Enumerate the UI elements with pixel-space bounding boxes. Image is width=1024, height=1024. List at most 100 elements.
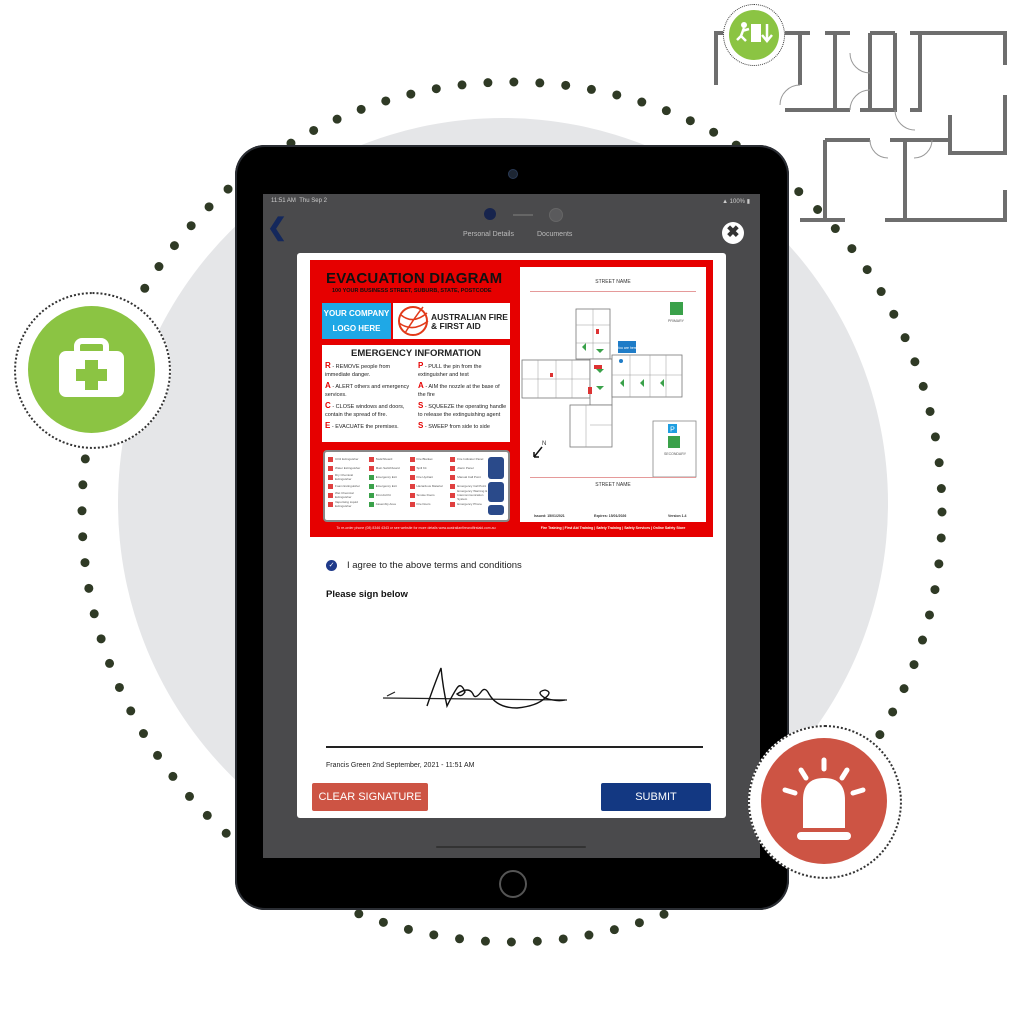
pass-item: S - SWEEP from side to side	[418, 421, 490, 431]
race-list: R - REMOVE people from immediate danger.…	[325, 362, 415, 434]
legend-item: Switchboard	[368, 455, 407, 463]
logo-line-2: LOGO HERE	[332, 324, 381, 333]
legend-item: Emergency Phone	[450, 500, 488, 508]
legend-symbol-icon	[328, 465, 333, 471]
race-item: A - ALERT others and emergency services.	[325, 381, 410, 399]
legend-symbol-icon	[450, 492, 456, 498]
close-icon: ✖	[726, 224, 740, 241]
race-item: E - EVACUATE the premises.	[325, 421, 399, 431]
legend-label: Emergency Phone	[457, 502, 482, 506]
legend-symbol-icon	[328, 456, 333, 462]
race-item: C - CLOSE windows and doors, contain the…	[325, 401, 405, 419]
agree-label: I agree to the above terms and condition…	[347, 560, 522, 571]
agree-checkbox[interactable]: ✓	[326, 560, 337, 571]
legend-label: Emergency Exit	[375, 484, 397, 488]
terms-agreement[interactable]: ✓ I agree to the above terms and conditi…	[326, 560, 522, 571]
legend-label: First Aid Kit	[375, 493, 391, 497]
signature-pad[interactable]	[377, 658, 577, 718]
version-label: Version 1.4	[668, 514, 687, 518]
brand-name: AUSTRALIAN FIRE & FIRST AID	[431, 313, 508, 331]
legend-label: Vaporising Liquid Extinguisher	[335, 500, 358, 508]
legend-item: Main Switchboard	[368, 464, 407, 472]
parking-sign: P	[670, 427, 675, 434]
legend-label: Manual Call Point	[457, 475, 481, 479]
document-modal: EVACUATION DIAGRAM 100 YOUR BUSINESS STR…	[297, 253, 726, 818]
poster-services-footer: Fire Training | First Aid Training | Saf…	[540, 526, 686, 530]
step-documents-check-icon	[549, 208, 563, 222]
clear-signature-button[interactable]: CLEAR SIGNATURE	[312, 783, 428, 811]
legend-symbol-icon	[409, 456, 415, 462]
street-name-top: STREET NAME	[595, 279, 631, 285]
legend-item: Water Extinguisher	[328, 464, 366, 472]
legend-symbol-icon	[450, 483, 456, 489]
poster-address: 100 YOUR BUSINESS STREET, SUBURB, STATE,…	[332, 288, 492, 294]
legend-label: Fire Hydrant	[416, 475, 434, 479]
legend-symbol-icon	[450, 465, 456, 471]
globe-logo-icon	[398, 306, 429, 336]
legend-item: Dry Chemical Extinguisher	[328, 473, 366, 481]
street-name-bottom: STREET NAME	[595, 482, 631, 488]
alarm-siren-icon	[782, 757, 866, 840]
legend-item: Fire Doors	[409, 500, 448, 508]
legend-label: CO2 Extinguisher	[335, 457, 359, 461]
pass-item: S - SQUEEZE the operating handle to rele…	[418, 401, 507, 419]
company-logo-placeholder: YOUR COMPANY LOGO HERE	[322, 303, 391, 339]
legend-item: Emergency Exit	[368, 473, 407, 481]
legend-label: Emergency Exit	[375, 475, 397, 479]
legend-symbol-icon	[450, 474, 456, 480]
emergency-phone-icon	[488, 457, 504, 515]
legend-item: First Aid Kit	[368, 491, 407, 499]
alarm-badge	[761, 738, 887, 864]
legend-item: Fire Hydrant	[409, 473, 448, 481]
legend-symbol-icon	[328, 501, 333, 507]
step-personal-details-label[interactable]: Personal Details	[463, 231, 514, 238]
first-aid-kit-icon	[59, 338, 124, 397]
primary-assembly-label: PRIMARY	[668, 319, 685, 323]
status-bar-time: 11:51 AM Thu Sep 2	[271, 198, 327, 204]
legend-item: Wet Chemical Extinguisher	[328, 491, 366, 499]
legend-item: Fire Blanket	[409, 455, 448, 463]
signature-timestamp: Francis Green 2nd September, 2021 - 11:5…	[326, 762, 475, 769]
legend-symbol-icon	[409, 501, 415, 507]
legend-label: Alarm Panel	[457, 466, 474, 470]
home-button[interactable]	[499, 870, 527, 898]
emergency-information-title: EMERGENCY INFORMATION	[350, 348, 481, 359]
you-are-here-label: You are here	[617, 346, 637, 350]
legend-label: Fire Indicator Panel	[457, 457, 484, 461]
legend-item: Emergency Warning & Intercommunication S…	[450, 489, 488, 501]
legend-item: Assembly Area	[368, 500, 407, 508]
logo-line-1: YOUR COMPANY	[323, 309, 390, 318]
emergency-numbers	[487, 456, 505, 516]
legend-label: Switchboard	[375, 457, 393, 461]
emergency-information-panel: EMERGENCY INFORMATION R - REMOVE people …	[322, 345, 510, 442]
legend-symbol-icon	[409, 492, 415, 498]
step-personal-details-check-icon	[484, 208, 496, 220]
legend-grid: CO2 Extinguisher Switchboard Fire Blanket F…	[328, 455, 488, 508]
street-line-bottom	[530, 477, 696, 478]
back-button[interactable]: ❮	[267, 216, 287, 240]
symbol-legend: CO2 Extinguisher Switchboard Fire Blanket F…	[323, 450, 510, 522]
legend-label: Hazardous Material	[416, 484, 443, 488]
legend-label: Water Extinguisher	[335, 466, 361, 470]
legend-item: Manual Call Point	[450, 473, 488, 481]
chevron-left-icon: ❮	[267, 214, 288, 241]
legend-symbol-icon	[450, 501, 456, 507]
legend-label: Main Switchboard	[375, 466, 400, 470]
step-documents-label[interactable]: Documents	[537, 231, 572, 238]
legend-label: Emergency Call Point	[457, 484, 487, 488]
evacuation-map: STREET NAME You are here P SECONDARY PRI…	[520, 267, 706, 522]
issued-date: Issued: 15/01/2021	[534, 514, 565, 518]
legend-label: Fire Blanket	[416, 457, 433, 461]
legend-label: Foam Extinguisher	[335, 484, 361, 488]
legend-item: Smoke Doors	[409, 491, 448, 499]
legend-item: Fire Indicator Panel	[450, 455, 488, 463]
home-indicator	[436, 846, 586, 848]
close-button[interactable]: ✖	[722, 222, 744, 244]
brand-logo: AUSTRALIAN FIRE & FIRST AID	[393, 303, 510, 339]
legend-label: Assembly Area	[375, 502, 396, 506]
race-item: R - REMOVE people from immediate danger.	[325, 361, 391, 379]
legend-label: Fire Doors	[416, 502, 431, 506]
legend-item: Emergency Exit	[368, 482, 407, 490]
legend-symbol-icon	[368, 483, 374, 489]
submit-button[interactable]: SUBMIT	[601, 783, 711, 811]
